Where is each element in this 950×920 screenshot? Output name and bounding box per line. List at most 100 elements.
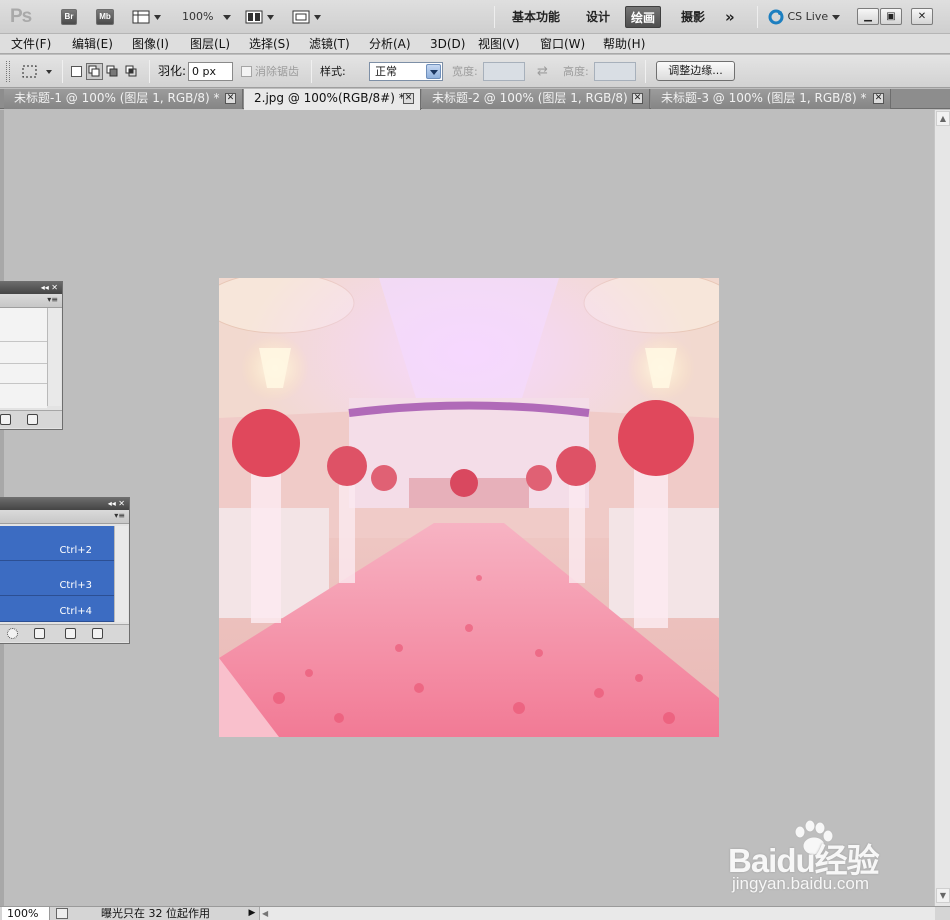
height-label: 高度: xyxy=(563,65,589,78)
panel-scrollbar[interactable] xyxy=(114,526,128,622)
channel-row[interactable]: Ctrl+3 xyxy=(0,561,114,596)
new-channel-icon[interactable] xyxy=(65,628,76,639)
close-icon[interactable]: ✕ xyxy=(873,93,884,104)
document-image[interactable] xyxy=(219,278,719,737)
vertical-scrollbar[interactable]: ▲ ▼ xyxy=(934,110,950,906)
channel-row[interactable]: Ctrl+2 xyxy=(0,526,114,561)
refine-edge-button[interactable]: 调整边缘... xyxy=(656,61,735,81)
menu-3d[interactable]: 3D(D) xyxy=(430,36,465,52)
load-selection-icon[interactable] xyxy=(7,628,18,639)
workspace-photography[interactable]: 摄影 xyxy=(676,6,710,28)
document-tabs: 未标题-1 @ 100% (图层 1, RGB/8) * ✕ 2.jpg @ 10… xyxy=(0,89,950,110)
antialias-checkbox[interactable] xyxy=(241,66,252,77)
document-info-icon[interactable] xyxy=(56,908,68,919)
bridge-button[interactable]: Br xyxy=(61,9,77,25)
arrange-documents-icon xyxy=(245,10,274,24)
zoom-level-dropdown[interactable]: 100% xyxy=(182,9,231,25)
horizontal-scrollbar[interactable]: ◀ xyxy=(259,907,935,920)
tab-untitled-2[interactable]: 未标题-2 @ 100% (图层 1, RGB/8) ✕ xyxy=(422,89,650,109)
minimize-button[interactable]: ▁ xyxy=(857,8,879,25)
tab-2-jpg[interactable]: 2.jpg @ 100%(RGB/8#) * ✕ xyxy=(244,89,421,110)
workspace-basic[interactable]: 基本功能 xyxy=(507,6,565,28)
style-label: 样式: xyxy=(320,65,346,78)
panel-scrollbar[interactable] xyxy=(47,308,61,406)
cs-live-button[interactable]: CS Live xyxy=(768,9,840,25)
new-item-icon[interactable] xyxy=(0,414,11,425)
scroll-up-icon[interactable]: ▲ xyxy=(936,111,950,126)
arrange-documents-button[interactable] xyxy=(245,9,277,25)
swap-dimensions-icon[interactable]: ⇄ xyxy=(537,64,548,79)
grip-handle[interactable] xyxy=(6,61,10,82)
menu-analysis[interactable]: 分析(A) xyxy=(369,36,411,52)
panel-menu-icon[interactable]: ▾≡ xyxy=(0,294,62,308)
close-icon[interactable]: ✕ xyxy=(225,93,236,104)
channel-row[interactable]: Ctrl+4 xyxy=(0,596,114,622)
menu-view[interactable]: 视图(V) xyxy=(478,36,520,52)
tab-title: 未标题-1 @ 100% (图层 1, RGB/8) * xyxy=(14,91,220,105)
scroll-down-icon[interactable]: ▼ xyxy=(936,888,950,903)
status-bar: 100% 曝光只在 32 位起作用 ▶ ◀ xyxy=(0,906,950,920)
tool-preset-picker[interactable] xyxy=(20,63,56,83)
restore-button[interactable]: ▣ xyxy=(880,8,902,25)
menu-image[interactable]: 图像(I) xyxy=(132,36,169,52)
divider xyxy=(757,6,758,28)
more-workspaces-button[interactable]: » xyxy=(720,6,740,28)
panel-header[interactable]: ◂◂ ✕ xyxy=(0,498,129,510)
photoshop-logo: Ps xyxy=(10,6,32,27)
photoshop-window: Ps Br Mb 100% 基本功能 设计 绘画 摄影 » CS Live ▁ … xyxy=(0,0,950,920)
tab-title: 未标题-3 @ 100% (图层 1, RGB/8) * xyxy=(661,91,867,105)
height-input[interactable] xyxy=(594,62,636,81)
channels-panel: ◂◂ ✕ ▾≡ Ctrl+2 Ctrl+3 Ctrl+4 xyxy=(0,497,130,644)
tab-untitled-3[interactable]: 未标题-3 @ 100% (图层 1, RGB/8) * ✕ xyxy=(651,89,891,109)
mini-bridge-button[interactable]: Mb xyxy=(96,9,114,25)
cs-live-label: CS Live xyxy=(787,10,829,23)
status-info: 曝光只在 32 位起作用 xyxy=(101,907,210,920)
scroll-left-icon[interactable]: ◀ xyxy=(262,907,268,920)
divider xyxy=(149,60,150,83)
panel-header[interactable]: ◂◂ ✕ xyxy=(0,282,62,294)
workspace-painting[interactable]: 绘画 xyxy=(625,6,662,28)
width-input[interactable] xyxy=(483,62,525,81)
workspace-design[interactable]: 设计 xyxy=(581,6,615,28)
divider xyxy=(494,6,495,28)
menu-help[interactable]: 帮助(H) xyxy=(603,36,645,52)
tab-untitled-1[interactable]: 未标题-1 @ 100% (图层 1, RGB/8) * ✕ xyxy=(4,89,243,109)
status-zoom[interactable]: 100% xyxy=(2,907,50,920)
view-extras-icon xyxy=(132,10,161,24)
menu-edit[interactable]: 编辑(E) xyxy=(72,36,113,52)
close-button[interactable]: ✕ xyxy=(911,8,933,25)
panel-footer xyxy=(0,624,129,642)
zoom-level-value: 100% xyxy=(182,10,214,23)
wedding-hall-photo xyxy=(219,278,719,737)
screen-mode-button[interactable] xyxy=(292,9,324,25)
menu-select[interactable]: 选择(S) xyxy=(249,36,290,52)
save-selection-icon[interactable] xyxy=(34,628,45,639)
new-selection-icon[interactable] xyxy=(71,66,82,77)
trash-icon[interactable] xyxy=(27,414,38,425)
menu-window[interactable]: 窗口(W) xyxy=(540,36,585,52)
channel-shortcut: Ctrl+2 xyxy=(59,545,92,556)
feather-input[interactable]: 0 px xyxy=(188,62,233,81)
divider xyxy=(62,60,63,83)
menu-file[interactable]: 文件(F) xyxy=(11,36,51,52)
close-icon[interactable]: ✕ xyxy=(632,93,643,104)
tab-title: 2.jpg @ 100%(RGB/8#) * xyxy=(254,91,405,105)
style-dropdown[interactable]: 正常 xyxy=(369,62,443,81)
subtract-selection-icon xyxy=(106,65,118,77)
close-icon[interactable]: ✕ xyxy=(403,93,414,104)
trash-icon[interactable] xyxy=(92,628,103,639)
menu-layer[interactable]: 图层(L) xyxy=(190,36,230,52)
menu-filter[interactable]: 滤镜(T) xyxy=(309,36,350,52)
baidu-watermark: Baidu经验 jingyan.baidu.com xyxy=(728,820,928,900)
panel-menu-icon[interactable]: ▾≡ xyxy=(0,510,129,524)
intersect-selection-button[interactable] xyxy=(124,64,139,82)
subtract-selection-button[interactable] xyxy=(105,64,120,82)
style-value: 正常 xyxy=(375,65,397,78)
status-menu-arrow-icon[interactable]: ▶ xyxy=(246,907,258,920)
panel-list xyxy=(0,308,47,408)
view-extras-button[interactable] xyxy=(132,9,162,25)
channel-list: Ctrl+2 Ctrl+3 Ctrl+4 xyxy=(0,526,114,622)
menu-bar: 文件(F) 编辑(E) 图像(I) 图层(L) 选择(S) 滤镜(T) 分析(A… xyxy=(0,34,950,54)
add-to-selection-button[interactable] xyxy=(86,63,103,80)
intersect-selection-icon xyxy=(125,65,137,77)
